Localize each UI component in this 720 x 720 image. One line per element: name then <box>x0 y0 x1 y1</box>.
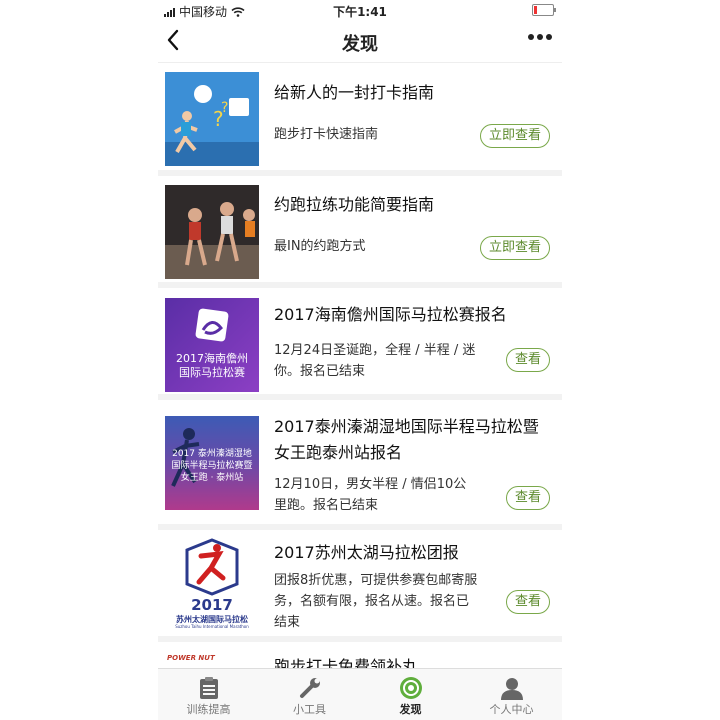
discover-icon <box>398 675 424 701</box>
tab-label: 个人中心 <box>489 703 534 716</box>
more-dot-icon <box>528 34 534 40</box>
thumbnail-caption: 2017 <box>191 596 233 614</box>
phone-screen: 中国移动 下午1:41 发现 ? ? 给新人的一封打卡指南 跑步打卡快速指南 立… <box>158 0 562 720</box>
nav-bar: 发现 <box>158 22 562 63</box>
thumbnail-caption: POWER NUT <box>167 654 215 662</box>
item-title: 2017海南儋州国际马拉松赛报名 <box>274 305 507 324</box>
item-description: 最IN的约跑方式 <box>274 239 366 254</box>
item-description: 12月10日，男女半程 / 情侣10公里跑。报名已结束 <box>274 477 467 513</box>
view-button[interactable]: 查看 <box>505 486 550 510</box>
list-item[interactable]: 2017 苏州太湖国际马拉松 Suzhou Taihu Internationa… <box>158 530 562 642</box>
newbie-guide-thumbnail: ? ? <box>165 72 259 166</box>
tab-label: 发现 <box>399 703 422 716</box>
tab-discover[interactable]: 发现 <box>360 669 461 720</box>
taizhou-marathon-thumbnail: 2017 泰州溱湖湿地 国际半程马拉松赛暨 女王跑 · 泰州站 <box>165 416 259 510</box>
more-button[interactable] <box>528 34 552 40</box>
group-run-thumbnail <box>165 185 259 279</box>
page-title: 发现 <box>342 34 378 55</box>
list-item[interactable]: 2017海南儋州 国际马拉松赛 2017海南儋州国际马拉松赛报名 12月24日圣… <box>158 288 562 400</box>
thumbnail-caption: 国际马拉松赛 <box>179 366 245 379</box>
tab-training[interactable]: 训练提高 <box>158 669 259 720</box>
person-icon <box>499 675 525 701</box>
list-item[interactable]: 2017 泰州溱湖湿地 国际半程马拉松赛暨 女王跑 · 泰州站 2017泰州溱湖… <box>158 400 562 530</box>
power-nut-thumbnail: POWER NUT <box>165 652 259 668</box>
danzhou-marathon-thumbnail: 2017海南儋州 国际马拉松赛 <box>165 298 259 392</box>
status-bar: 中国移动 下午1:41 <box>158 0 562 20</box>
view-now-button[interactable]: 立即查看 <box>479 236 550 260</box>
more-dot-icon <box>546 34 552 40</box>
item-title: 2017泰州溱湖湿地国际半程马拉松暨女王跑泰州站报名 <box>274 417 539 462</box>
item-description: 12月24日圣诞跑，全程 / 半程 / 迷你。报名已结束 <box>274 343 476 379</box>
tab-tools[interactable]: 小工具 <box>259 669 360 720</box>
item-description: 跑步打卡快速指南 <box>274 127 379 142</box>
battery-icon <box>532 4 556 16</box>
wrench-icon <box>297 675 323 701</box>
clipboard-icon <box>196 675 222 701</box>
svg-text:?: ? <box>221 100 228 116</box>
list-item[interactable]: POWER NUT 跑步打卡免费领补丸 <box>158 642 562 668</box>
thumbnail-caption: 女王跑 · 泰州站 <box>180 473 244 483</box>
more-dot-icon <box>537 34 543 40</box>
view-button[interactable]: 查看 <box>505 590 550 614</box>
tab-label: 训练提高 <box>186 703 231 716</box>
item-description: 团报8折优惠，可提供参赛包邮寄服务，名额有限，报名从速。报名已结束 <box>274 573 478 630</box>
tab-bar: 训练提高 小工具 发现 个人中心 <box>158 668 562 720</box>
status-time: 下午1:41 <box>333 5 387 19</box>
tab-label: 小工具 <box>293 703 326 716</box>
item-title: 跑步打卡免费领补丸 <box>274 657 419 668</box>
thumbnail-caption: Suzhou Taihu International Marathon <box>175 624 249 629</box>
list-item[interactable]: 约跑拉练功能简要指南 最IN的约跑方式 立即查看 <box>158 176 562 288</box>
view-button[interactable]: 查看 <box>505 348 550 372</box>
item-title: 给新人的一封打卡指南 <box>274 83 435 102</box>
tab-profile[interactable]: 个人中心 <box>461 669 562 720</box>
view-now-button[interactable]: 立即查看 <box>479 124 550 148</box>
list-item[interactable]: ? ? 给新人的一封打卡指南 跑步打卡快速指南 立即查看 <box>158 64 562 176</box>
suzhou-marathon-thumbnail: 2017 苏州太湖国际马拉松 Suzhou Taihu Internationa… <box>165 538 259 632</box>
item-title: 2017苏州太湖马拉松团报 <box>274 543 459 562</box>
item-title: 约跑拉练功能简要指南 <box>274 195 435 214</box>
discover-list: ? ? 给新人的一封打卡指南 跑步打卡快速指南 立即查看 约跑拉练功能简要指南 … <box>158 64 562 668</box>
